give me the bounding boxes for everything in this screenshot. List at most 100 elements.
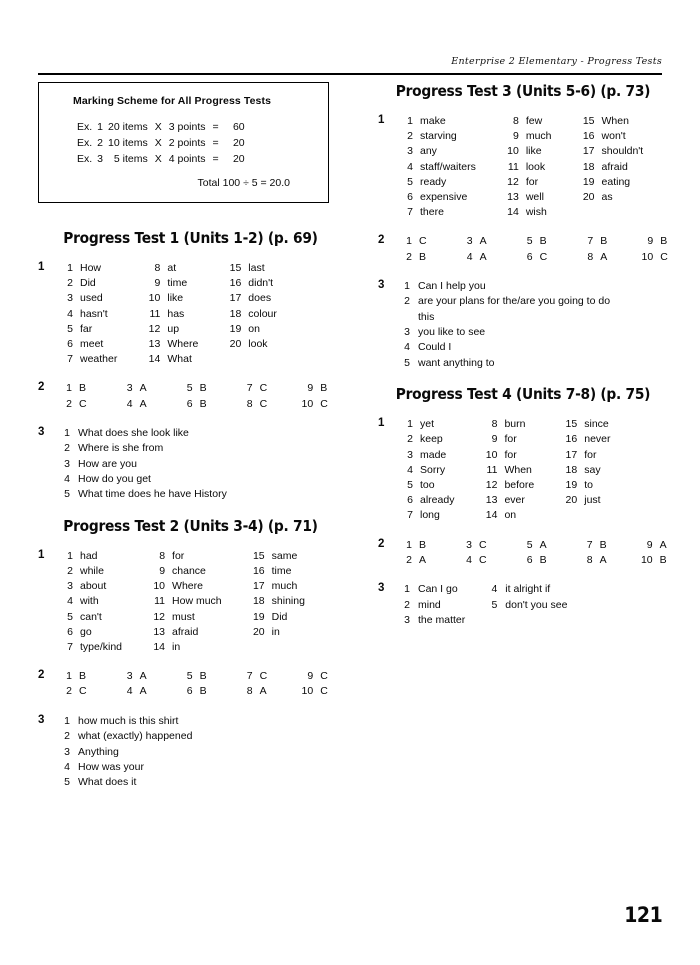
exercise-2-answers: 1 C 3 A 5 B 7 B 9 B 2 B 4 A 6 C 8 A 10 C (396, 234, 668, 264)
exercise-1-answers: 1 yet 8 burn 15 since 2 keep 9 for 16 never 3 made 10 f… (396, 417, 611, 523)
answer-number: 7 (67, 353, 73, 366)
answer-number: 4 (126, 397, 133, 410)
right-column: Progress Test 3 (Units 5-6) (p. 73) 1 1 mak… (378, 82, 668, 642)
answer-word: chance (172, 565, 206, 578)
scheme-value: 20 (232, 137, 245, 149)
answer-number: 17 (229, 292, 242, 305)
answer-number: 5 (67, 322, 73, 335)
answer-word: go (80, 625, 92, 638)
answer-number: 4 (466, 250, 473, 263)
answer-letter: B (419, 250, 427, 263)
answer-word: to (584, 479, 593, 492)
exercise-number: 3 (378, 582, 385, 595)
answer-number: 7 (587, 235, 594, 248)
answer-row: 4 with 11 How much 18 shining (56, 594, 305, 609)
answer-number: 15 (582, 115, 595, 127)
answer-number: 14 (148, 353, 161, 366)
exercise-1: 1 1 make 8 few 15 When 2 starving 9 much 16 won't 3 an… (378, 114, 668, 220)
scheme-multiply: X (154, 137, 162, 149)
answer-number: 2 (64, 730, 70, 743)
marking-scheme-box: Marking Scheme for All Progress Tests Ex… (38, 82, 329, 203)
answer-row: 3 any 10 like 17 shouldn't (396, 144, 643, 159)
answer-word: in (172, 641, 181, 654)
answer-number: 12 (507, 175, 519, 188)
answer-row: 1 make 8 few 15 When (396, 114, 643, 129)
answer-number: 10 (507, 145, 519, 158)
answer-letter: B (199, 670, 207, 683)
answer-word: wish (525, 206, 547, 219)
answer-letter: A (139, 397, 147, 410)
answer-sentence: Where is she from (78, 442, 164, 455)
answer-row: 2 Where is she from (56, 441, 227, 456)
answer-letter: A (599, 553, 607, 566)
answer-sentence: How was your (78, 760, 144, 773)
answer-letter: C (320, 685, 328, 698)
answer-number: 1 (406, 235, 412, 248)
answer-row: 5 far 12 up 19 on (56, 322, 277, 337)
test-block: Progress Test 1 (Units 1-2) (p. 69) 1 1 How… (38, 229, 343, 503)
answer-word: shouldn't (601, 145, 644, 158)
answer-word: for (584, 448, 597, 461)
answer-number: 19 (229, 322, 242, 335)
answer-number: 10 (148, 292, 161, 305)
answer-row: 6 expensive 13 well 20 as (396, 190, 643, 205)
answer-number: 9 (307, 382, 314, 395)
answer-number: 5 (491, 598, 498, 611)
answer-row: 3 the matter (396, 613, 567, 628)
answer-number: 6 (407, 191, 413, 204)
scheme-ex-number: 3 (97, 153, 104, 165)
answer-word: before (504, 479, 535, 492)
answer-number: 5 (186, 670, 193, 683)
answer-word: time (167, 277, 188, 290)
answer-word: just (584, 494, 601, 507)
answer-sentence: What does it (78, 776, 137, 789)
answer-number: 11 (486, 463, 498, 476)
answer-word: What (167, 353, 192, 366)
answer-row: 1 had 8 for 15 same (56, 549, 305, 564)
answer-number: 17 (565, 448, 578, 461)
answer-row: 3 How are you (56, 457, 227, 472)
answer-word: time (271, 565, 292, 578)
answer-number: 6 (526, 250, 533, 263)
answer-number: 2 (407, 433, 413, 446)
answer-number: 9 (159, 565, 166, 578)
scheme-points: 3 points (168, 121, 206, 133)
answer-letter: C (539, 250, 548, 263)
answer-word: colour (248, 307, 277, 320)
answer-word: burn (504, 418, 526, 431)
exercise-number: 3 (378, 278, 385, 291)
answer-word: look (248, 338, 268, 351)
answer-word: as (601, 191, 613, 204)
answer-word-empty (248, 352, 277, 367)
marking-scheme-rows: Ex. 1 20 items X 3 points = 60 Ex. 2 10 items X 2 p… (77, 120, 245, 168)
answer-word: about (80, 580, 107, 593)
answer-number: 10 (301, 397, 314, 410)
answer-row: 4 Sorry 11 When 18 say (396, 463, 611, 478)
answer-number: 13 (148, 338, 161, 351)
answer-number: 5 (186, 382, 193, 395)
exercise-number: 2 (378, 234, 385, 247)
answer-word-empty (272, 640, 305, 655)
answer-letter: C (320, 670, 328, 683)
answer-row: 1 how much is this shirt (56, 714, 192, 729)
exercise-1-answers: 1 make 8 few 15 When 2 starving 9 much 16 won't 3 any… (396, 114, 643, 220)
answer-row: 6 go 13 afraid 20 in (56, 625, 305, 640)
answer-letter: B (659, 553, 667, 566)
answer-word: for (525, 175, 539, 188)
answer-word: can't (80, 610, 102, 623)
answer-sentence: Anything (78, 745, 119, 758)
answer-word: say (584, 463, 601, 476)
answer-number: 16 (252, 565, 265, 578)
exercise-number: 1 (378, 417, 385, 430)
answer-number: 7 (586, 538, 593, 551)
answer-number: 9 (647, 235, 654, 248)
answer-number: 5 (64, 488, 70, 501)
answer-word: on (504, 509, 517, 522)
marking-scheme-row: Ex. 1 20 items X 3 points = 60 (77, 120, 245, 136)
answer-number: 18 (229, 307, 242, 320)
exercise-3: 3 1 how much is this shirt 2 what (exactly) … (38, 714, 343, 791)
answer-number: 1 (67, 549, 73, 562)
answer-word: long (420, 509, 440, 522)
answer-number: 9 (491, 433, 498, 446)
answer-number: 9 (154, 277, 161, 290)
